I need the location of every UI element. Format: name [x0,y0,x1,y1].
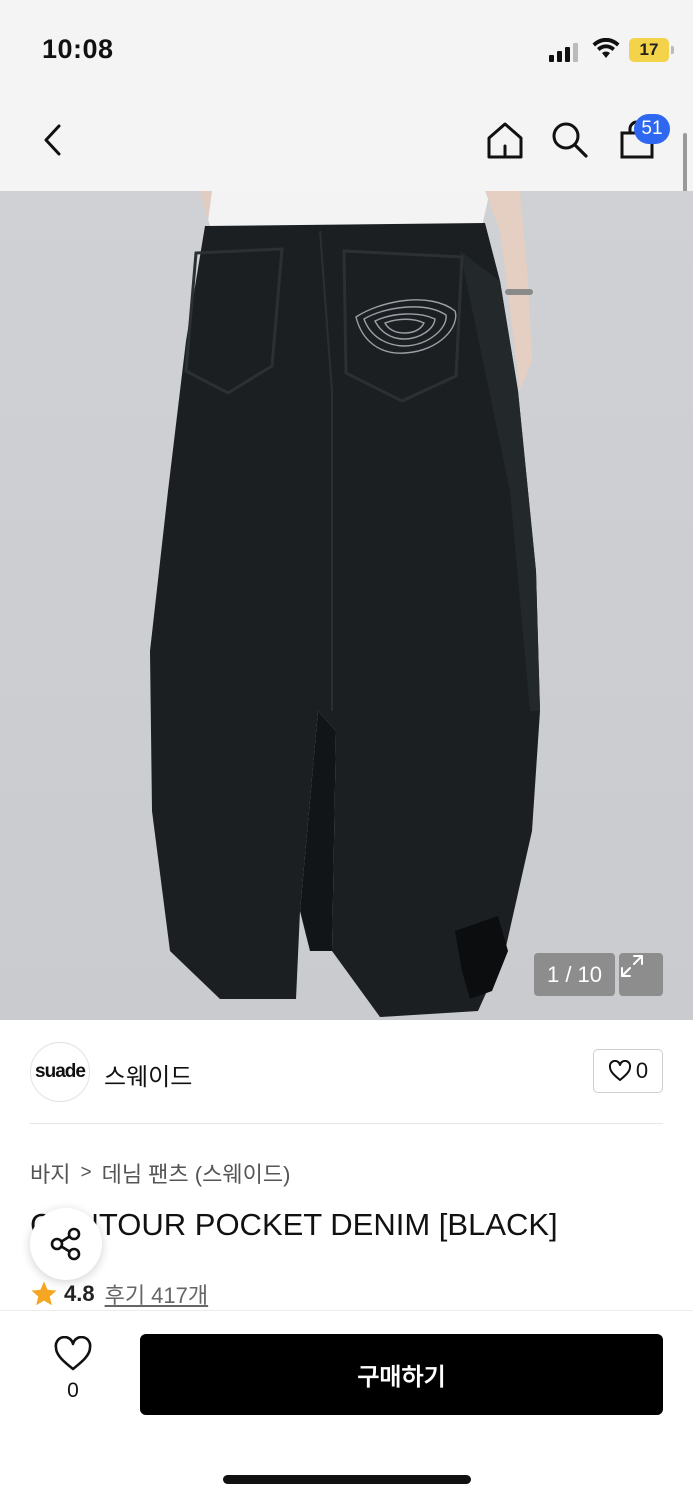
brand-like-button[interactable]: 0 [593,1049,663,1093]
product-title: CONTOUR POCKET DENIM [BLACK] [30,1207,558,1242]
status-bar: 10:08 17 [0,0,693,95]
chevron-left-icon [44,124,61,156]
home-icon [487,122,523,159]
wifi-icon [592,38,620,58]
product-image[interactable]: 1 / 10 [0,191,693,1020]
breadcrumb: 바지 > 데님 팬츠 (스웨이드) [30,1157,290,1189]
status-time: 10:08 [42,34,114,64]
buy-button[interactable]: 구매하기 [140,1334,663,1415]
expand-icon [621,955,643,977]
battery-indicator: 17 [629,38,674,62]
share-button[interactable] [30,1208,102,1280]
review-link[interactable]: 후기 417개 [105,1278,209,1310]
signal-icon [549,42,579,62]
home-button[interactable] [480,115,530,165]
share-icon [50,1227,81,1261]
search-button[interactable] [545,115,595,165]
back-button[interactable] [28,115,78,165]
image-counter: 1 / 10 [534,953,615,996]
brand-like-count: 0 [635,1058,649,1083]
bottom-action-bar: 0 구매하기 [0,1310,693,1500]
product-photo [150,191,540,1017]
cart-count-badge: 51 [634,114,670,144]
brand-name[interactable]: 스웨이드 [104,1057,192,1092]
breadcrumb-category[interactable]: 바지 [30,1157,70,1189]
heart-icon [608,1060,631,1081]
rating-row: 4.8 후기 417개 [30,1278,208,1310]
brand-logo[interactable]: suade [30,1042,90,1102]
star-icon [31,1281,57,1306]
expand-button[interactable] [619,953,663,996]
wish-button[interactable]: 0 [42,1335,104,1403]
brand-row[interactable]: suade 스웨이드 0 [30,1040,663,1104]
breadcrumb-separator: > [80,1162,92,1183]
wish-count: 0 [67,1379,79,1402]
top-nav: 51 [0,95,693,191]
search-icon [552,122,588,158]
heart-icon [54,1335,92,1371]
divider [30,1123,663,1124]
rating-value: 4.8 [64,1281,95,1306]
home-indicator[interactable] [223,1475,471,1484]
breadcrumb-subcategory[interactable]: 데님 팬츠 (스웨이드) [102,1157,291,1189]
